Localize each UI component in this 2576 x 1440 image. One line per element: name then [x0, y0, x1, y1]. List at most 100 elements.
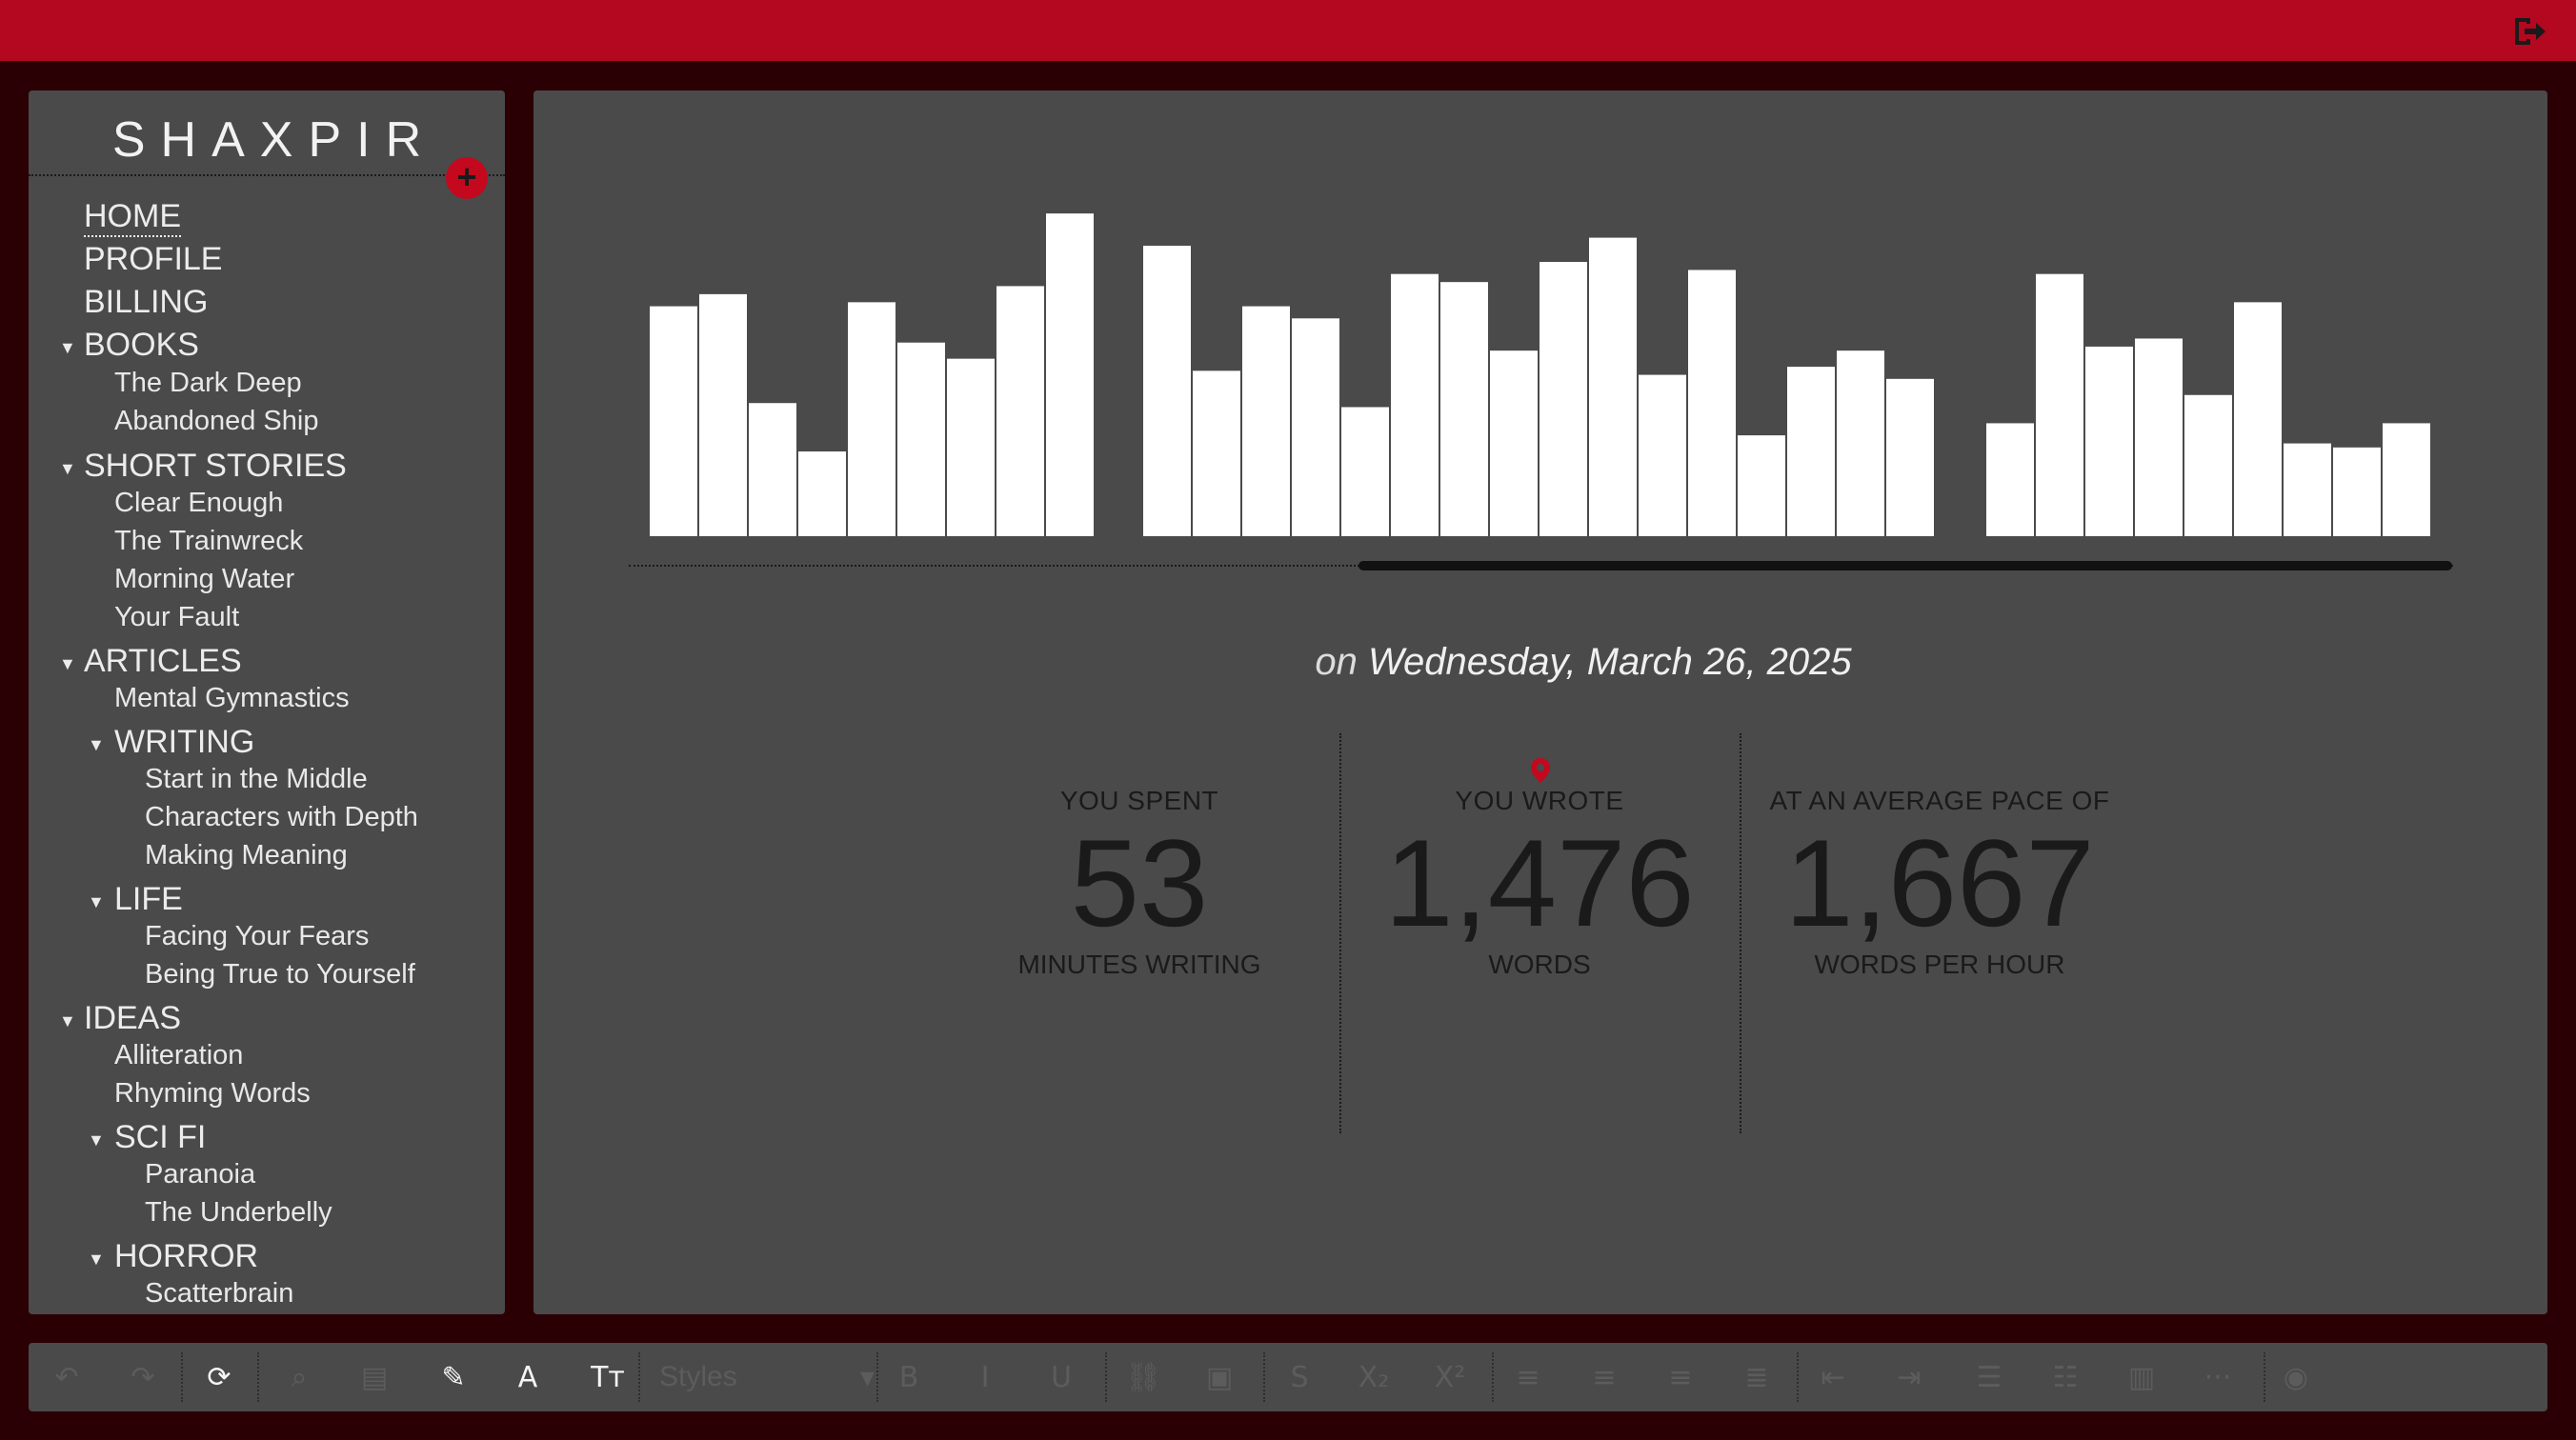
sidebar-item[interactable]: Characters with Depth	[145, 802, 418, 833]
sidebar-item[interactable]: Clear Enough	[114, 488, 283, 519]
chevron-down-icon[interactable]: ▼	[88, 1250, 105, 1270]
sidebar-item[interactable]: Facing Your Fears	[145, 921, 369, 952]
chevron-down-icon[interactable]: ▼	[59, 1011, 76, 1031]
chart-bar[interactable]	[2135, 338, 2183, 536]
sidebar-item[interactable]: Mental Gymnastics	[114, 683, 350, 714]
link-icon[interactable]: ⛓	[1115, 1343, 1172, 1411]
text-size-icon[interactable]: Tт	[579, 1343, 636, 1411]
chart-bar[interactable]	[947, 358, 995, 536]
columns-icon[interactable]: ▥	[2113, 1343, 2170, 1411]
chart-bar[interactable]	[2036, 273, 2083, 536]
chart-bar[interactable]	[1292, 318, 1339, 536]
chart-bar[interactable]	[848, 302, 896, 536]
sidebar-item[interactable]: SCI FI	[114, 1119, 206, 1156]
sidebar-item[interactable]: Being True to Yourself	[145, 959, 415, 990]
sidebar-item[interactable]: Your Fault	[114, 602, 239, 633]
chart-bar[interactable]	[1391, 273, 1439, 536]
sidebar-item[interactable]: Rhyming Words	[114, 1078, 311, 1110]
underline-icon[interactable]: U	[1033, 1343, 1090, 1411]
sidebar-item[interactable]: HOME	[84, 198, 181, 237]
sidebar-item[interactable]: IDEAS	[84, 1000, 181, 1037]
strikethrough-icon[interactable]: S	[1271, 1343, 1328, 1411]
chart-bar[interactable]	[798, 451, 846, 536]
chart-bar[interactable]	[1688, 270, 1736, 536]
align-left-icon[interactable]: ≡	[1499, 1343, 1557, 1411]
sidebar-item[interactable]: Scatterbrain	[145, 1278, 293, 1310]
sidebar-item[interactable]: Alliteration	[114, 1040, 243, 1071]
chart-bar[interactable]	[2333, 447, 2381, 536]
chart-bar[interactable]	[996, 286, 1044, 536]
add-item-button[interactable]: +	[446, 157, 488, 199]
sidebar-item[interactable]: Abandoned Ship	[114, 406, 318, 437]
chart-bar[interactable]	[749, 403, 796, 536]
chart-bar[interactable]	[1490, 350, 1538, 536]
chart-bar[interactable]	[1837, 350, 1884, 536]
chart-bar[interactable]	[1787, 367, 1835, 536]
italic-icon[interactable]: I	[956, 1343, 1014, 1411]
sidebar-item[interactable]: BOOKS	[84, 327, 199, 364]
sidebar-item[interactable]: Paranoia	[145, 1159, 255, 1190]
chart-bar[interactable]	[2184, 394, 2232, 536]
subscript-icon[interactable]: X₂	[1345, 1343, 1402, 1411]
chart-bar[interactable]	[1193, 370, 1240, 536]
align-justify-icon[interactable]: ≣	[1728, 1343, 1785, 1411]
sidebar-item[interactable]: PROFILE	[84, 241, 222, 278]
chart-bar[interactable]	[2383, 423, 2430, 536]
more-icon[interactable]: ···	[2189, 1343, 2246, 1411]
chart-bar[interactable]	[2085, 346, 2133, 536]
chart-bar[interactable]	[699, 293, 747, 536]
chart-bar[interactable]	[1986, 423, 2034, 536]
logout-icon[interactable]	[2513, 16, 2547, 47]
outdent-icon[interactable]: ⇤	[1804, 1343, 1862, 1411]
chart-bar[interactable]	[1242, 306, 1290, 536]
chart-bar[interactable]	[1886, 378, 1934, 536]
audio-icon[interactable]: ◉	[2267, 1343, 2324, 1411]
chart-bar[interactable]	[1440, 282, 1488, 536]
bold-icon[interactable]: B	[880, 1343, 937, 1411]
chart-bar[interactable]	[1738, 435, 1785, 536]
chart-bar[interactable]	[897, 342, 945, 536]
chevron-down-icon[interactable]: ▼	[88, 735, 105, 755]
styles-dropdown[interactable]: Styles ▾	[648, 1356, 886, 1398]
sidebar-item[interactable]: SHORT STORIES	[84, 448, 347, 485]
sidebar-item[interactable]: HORROR	[114, 1238, 258, 1275]
chart-bar[interactable]	[1046, 213, 1094, 537]
align-center-icon[interactable]: ≡	[1576, 1343, 1633, 1411]
superscript-icon[interactable]: X²	[1421, 1343, 1479, 1411]
sidebar-item[interactable]: ARTICLES	[84, 643, 242, 680]
sidebar-item[interactable]: LIFE	[114, 881, 183, 918]
sidebar-item[interactable]: The Dark Deep	[114, 368, 302, 399]
font-color-icon[interactable]: A	[499, 1343, 556, 1411]
chevron-down-icon[interactable]: ▼	[59, 654, 76, 674]
chart-scrollbar[interactable]	[1358, 561, 2452, 570]
redo-icon[interactable]: ↷	[114, 1343, 171, 1411]
chart-bar[interactable]	[1639, 374, 1686, 536]
chevron-down-icon[interactable]: ▼	[88, 1130, 105, 1150]
chevron-down-icon[interactable]: ▼	[59, 459, 76, 479]
search-icon[interactable]: ⌕	[271, 1343, 328, 1411]
sidebar-item[interactable]: Start in the Middle	[145, 764, 368, 795]
sidebar-item[interactable]: Making Meaning	[145, 840, 348, 871]
save-icon[interactable]: ▤	[346, 1343, 403, 1411]
sidebar-item[interactable]: The Underbelly	[145, 1197, 332, 1229]
chart-bar[interactable]	[2234, 302, 2282, 536]
chart-bar[interactable]	[1143, 246, 1191, 536]
bullet-list-icon[interactable]: ☷	[2037, 1343, 2094, 1411]
undo-icon[interactable]: ↶	[38, 1343, 95, 1411]
sidebar-item[interactable]: BILLING	[84, 284, 208, 321]
chevron-down-icon[interactable]: ▼	[88, 892, 105, 912]
chart-bar[interactable]	[1341, 407, 1389, 536]
chart-bar[interactable]	[1540, 262, 1587, 536]
indent-icon[interactable]: ⇥	[1881, 1343, 1938, 1411]
sidebar-item[interactable]: The Trainwreck	[114, 526, 303, 557]
highlighter-icon[interactable]: ✎	[425, 1343, 482, 1411]
chevron-down-icon[interactable]: ▼	[59, 338, 76, 358]
chart-bar[interactable]	[1589, 237, 1637, 536]
ordered-list-icon[interactable]: ☰	[1961, 1343, 2018, 1411]
image-icon[interactable]: ▣	[1191, 1343, 1248, 1411]
chart-bar[interactable]	[650, 306, 697, 536]
sync-icon[interactable]: ⟳	[191, 1343, 248, 1411]
align-right-icon[interactable]: ≡	[1652, 1343, 1709, 1411]
sidebar-item[interactable]: WRITING	[114, 724, 254, 761]
chart-bar[interactable]	[2284, 443, 2331, 536]
